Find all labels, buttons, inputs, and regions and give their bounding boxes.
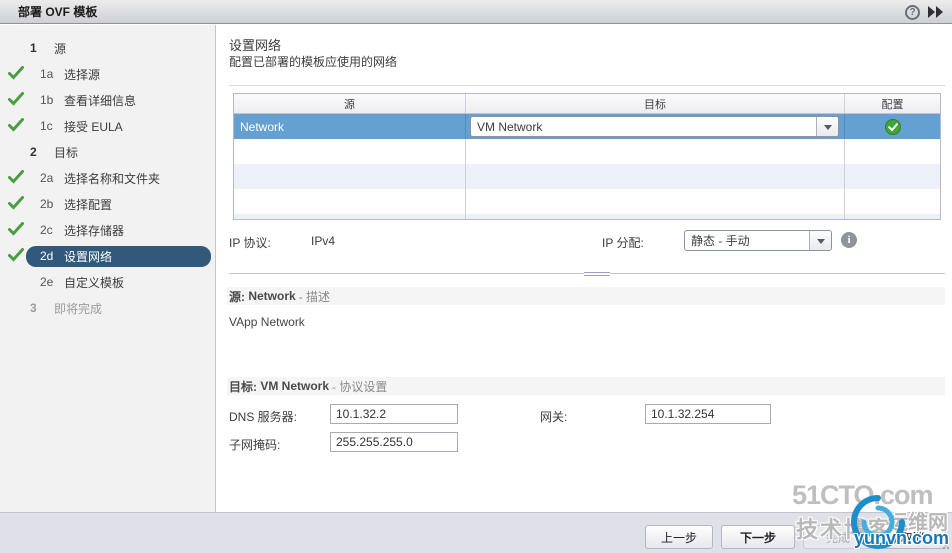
step-number: 2d [40,249,54,263]
finish-button-disabled[interactable]: 完成 [803,525,873,549]
minimize-forward-icon[interactable] [927,6,944,18]
step-number: 2b [40,197,54,211]
column-header-source: 源 [234,94,466,113]
step-complete-check-icon [8,247,26,265]
target-network-title: VM Network [260,379,330,393]
step-label: 选择配置 [64,197,113,212]
ip-settings-row: IP 协议: IPv4 IP 分配: 静态 - 手动 i [229,230,945,254]
back-button[interactable]: 上一步 [645,525,713,549]
page-subtitle: 配置已部署的模板应使用的网络 [229,55,398,69]
step-number: 3 [30,301,37,315]
target-label: 目标: [229,379,257,394]
cancel-button[interactable]: 取消 [879,525,946,549]
step-label: 源 [54,41,67,56]
wizard-steps-sidebar: 1 源 1a 选择源 1b 查看详细信息 1c 接受 EULA 2 目标 2a … [0,25,216,512]
help-icon[interactable]: ? [905,4,920,20]
step-complete-check-icon [8,195,26,213]
step-label: 选择名称和文件夹 [64,171,161,186]
panel-splitter [229,270,945,278]
dns-server-label: DNS 服务器: [229,410,298,424]
destination-network-select[interactable]: VM Network [470,116,839,137]
subnet-mask-input[interactable] [330,432,458,452]
step-label: 即将完成 [54,301,103,316]
column-header-config: 配置 [881,98,904,111]
step-complete-check-icon [8,91,26,109]
dialog-footer: 上一步 下一步 完成 取消 [0,512,952,553]
step-label: 选择源 [64,67,101,82]
step-number: 2e [40,275,54,289]
step-label: 接受 EULA [64,119,123,134]
step-label: 目标 [54,145,79,160]
resize-grip[interactable] [941,543,949,551]
ip-allocation-select[interactable]: 静态 - 手动 [684,230,832,251]
source-network-name: Network [234,114,466,139]
wizard-step-2e[interactable]: 2e 自定义模板 [0,269,215,295]
wizard-step-1b[interactable]: 1b 查看详细信息 [0,87,215,113]
source-description-header: 源: Network - 描述 [227,287,945,305]
configured-check-icon [884,118,901,135]
step-complete-check-icon [8,221,26,239]
gateway-input[interactable] [645,404,771,424]
source-network-description: VApp Network [229,315,305,329]
table-empty-row [234,189,940,214]
step-label: 自定义模板 [64,275,125,290]
table-empty-row [234,139,940,164]
network-mapping-table: 源 目标 配置 Network VM Network [233,93,941,220]
wizard-step-2a[interactable]: 2a 选择名称和文件夹 [0,165,215,191]
gateway-label: 网关: [540,410,568,424]
step-label: 选择存储器 [64,223,125,238]
source-label: 源: [229,289,245,304]
table-header-row: 源 目标 配置 [234,94,940,114]
deploy-ovf-template-dialog: 部署 OVF 模板 ? 1 源 1a 选择源 1b 查看详细信息 1c 接受 E… [0,0,952,553]
ip-allocation-label: IP 分配: [602,236,644,250]
step-label: 查看详细信息 [64,93,137,108]
wizard-step-2d[interactable]: 2d 设置网络 [0,243,215,269]
chevron-down-icon [809,231,831,250]
ip-allocation-value: 静态 - 手动 [691,234,750,248]
step-number: 2c [40,223,53,237]
target-suffix: - 协议设置 [332,379,388,394]
target-protocol-header: 目标: VM Network - 协议设置 [227,377,945,395]
step-number: 1 [30,41,37,55]
step-complete-check-icon [8,117,26,135]
step-label: 设置网络 [64,249,113,264]
source-suffix: - 描述 [298,289,331,304]
divider [229,85,945,86]
step-number: 1c [40,119,53,133]
destination-network-value: VM Network [477,119,543,134]
step-number: 1a [40,67,54,81]
step-number: 2a [40,171,54,185]
dialog-titlebar: 部署 OVF 模板 ? [0,0,952,24]
network-row-selected[interactable]: Network VM Network [234,114,940,139]
ip-protocol-label: IP 协议: [229,236,271,250]
chevron-down-icon [816,117,838,136]
source-network-title: Network [248,289,296,303]
wizard-steps: 1 源 1a 选择源 1b 查看详细信息 1c 接受 EULA 2 目标 2a … [0,35,215,321]
table-empty-row [234,164,940,189]
step-complete-check-icon [8,169,26,187]
column-header-destination: 目标 [466,94,845,113]
step-number: 1b [40,93,54,107]
dns-server-input[interactable] [330,404,458,424]
next-button[interactable]: 下一步 [721,525,795,549]
subnet-mask-label: 子网掩码: [229,438,281,452]
ip-protocol-value: IPv4 [311,234,336,248]
dialog-title: 部署 OVF 模板 [18,5,98,19]
wizard-step-2b[interactable]: 2b 选择配置 [0,191,215,217]
wizard-step-1a[interactable]: 1a 选择源 [0,61,215,87]
wizard-step-2[interactable]: 2 目标 [0,139,215,165]
wizard-step-1c[interactable]: 1c 接受 EULA [0,113,215,139]
step-number: 2 [30,145,37,159]
wizard-step-1[interactable]: 1 源 [0,35,215,61]
page-title: 设置网络 [229,38,282,53]
wizard-step-2c[interactable]: 2c 选择存储器 [0,217,215,243]
table-empty-row [234,214,940,219]
wizard-step-3[interactable]: 3 即将完成 [0,295,215,321]
main-panel: 设置网络 配置已部署的模板应使用的网络 源 目标 配置 Network VM N… [217,25,952,512]
step-complete-check-icon [8,65,26,83]
info-icon[interactable]: i [841,232,857,248]
splitter-drag-handle[interactable] [584,270,610,278]
